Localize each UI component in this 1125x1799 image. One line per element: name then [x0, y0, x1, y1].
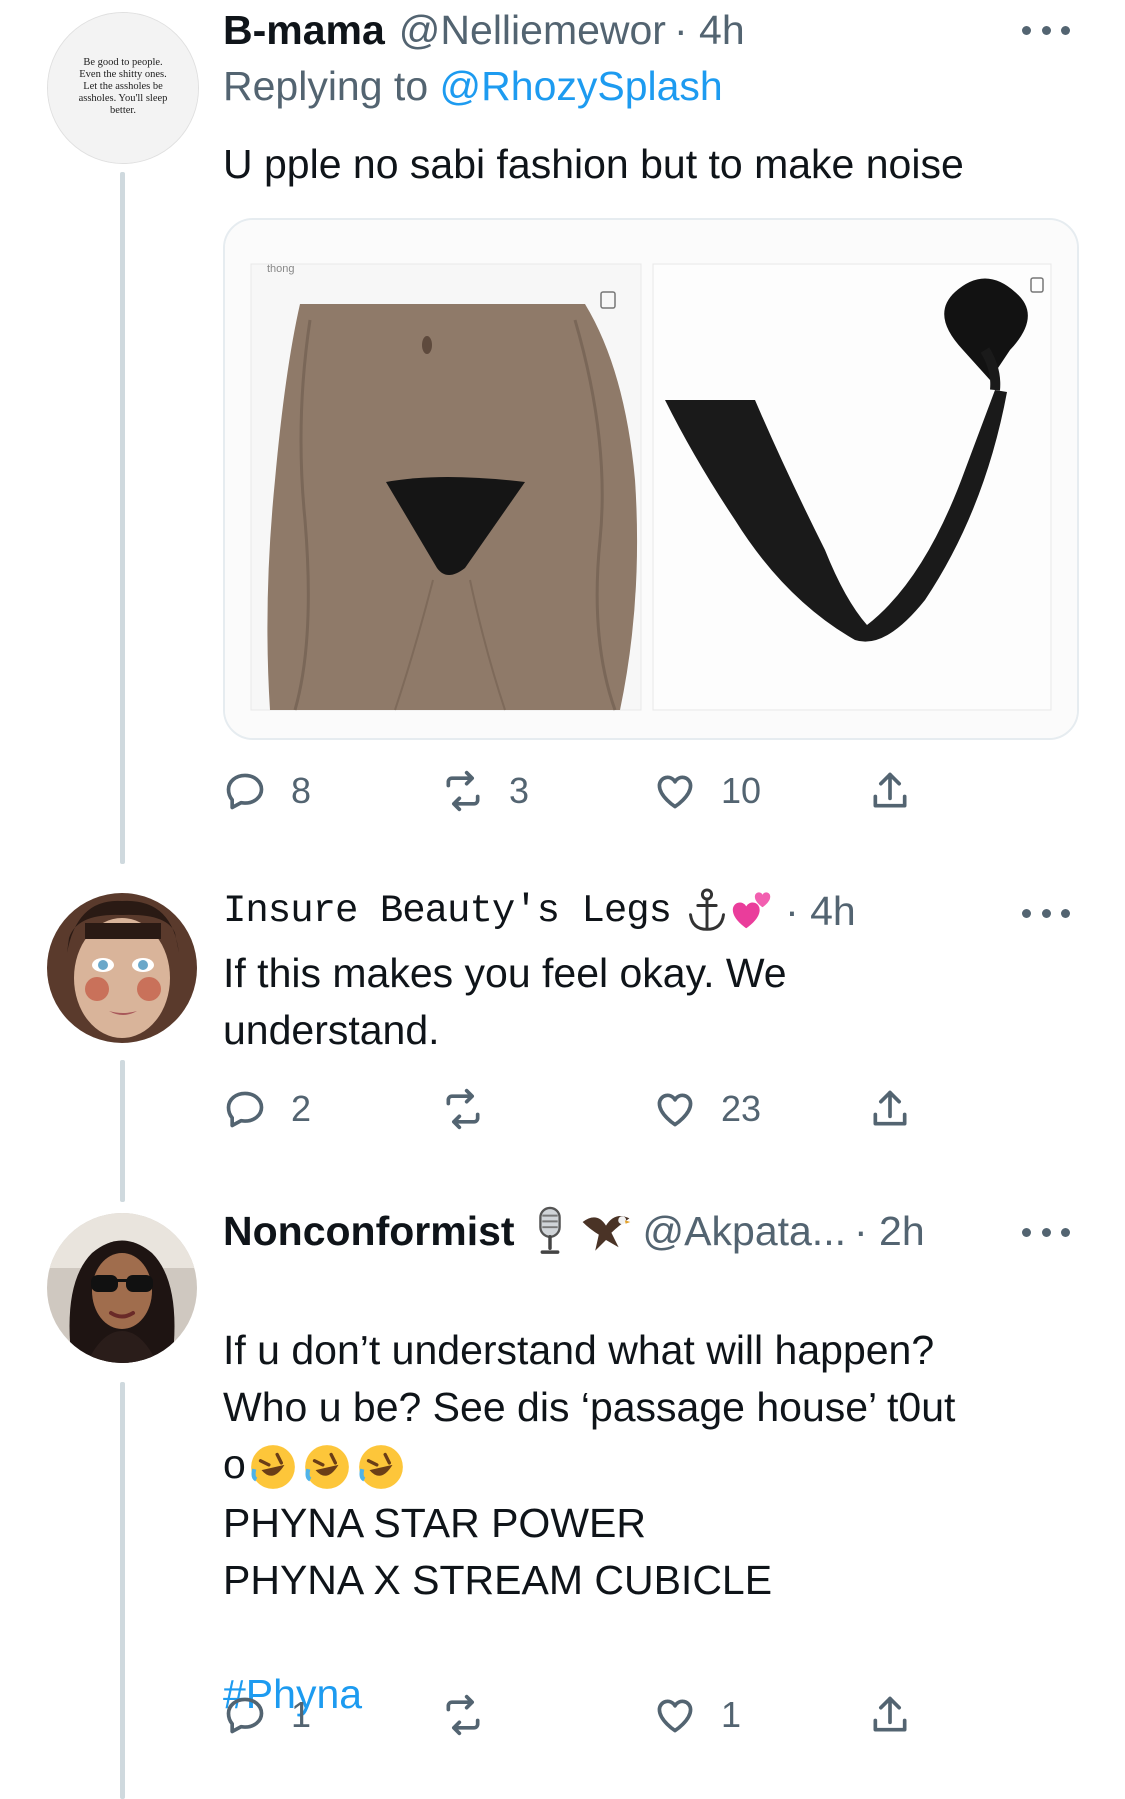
share-button[interactable]: [868, 766, 912, 816]
display-name[interactable]: B-mama: [223, 4, 385, 56]
reply-count: 2: [291, 1088, 312, 1129]
avatar-image: [47, 893, 197, 1043]
like-count: 1: [721, 1694, 742, 1735]
replying-label: Replying to: [223, 63, 429, 109]
eagle-icon: [582, 1216, 630, 1251]
retweet-icon: [446, 1694, 480, 1736]
reply-button[interactable]: 1: [223, 1690, 311, 1740]
retweet-button[interactable]: [441, 1084, 509, 1134]
rofl-emoji: [304, 1445, 349, 1490]
like-count: 23: [721, 1088, 762, 1129]
timestamp[interactable]: · 4h: [674, 4, 745, 56]
retweet-icon: [446, 1088, 480, 1130]
thread-line: [120, 1060, 125, 1202]
retweet-button[interactable]: 3: [441, 766, 529, 816]
retweet-icon: [446, 770, 480, 812]
avatar[interactable]: [47, 893, 197, 1043]
like-button[interactable]: 23: [653, 1084, 761, 1134]
user-handle[interactable]: @Nelliemewor: [399, 4, 666, 56]
reply-button[interactable]: 8: [223, 766, 311, 816]
thread-line: [120, 172, 125, 864]
like-count: 10: [721, 770, 762, 811]
thread-line: [120, 1382, 125, 1799]
avatar[interactable]: Be good to people. Even the shitty ones.…: [47, 12, 199, 164]
display-name[interactable]: Nonconformist: [223, 1205, 515, 1257]
media-watermark: thong: [267, 263, 295, 275]
tweet-actions: 1 1: [223, 1690, 943, 1740]
reply-count: 1: [291, 1694, 312, 1735]
heart-icon: [657, 1093, 693, 1127]
tweet-actions: 8 3 10: [223, 766, 943, 816]
tweet-header: Insure Beauty's Legs · 4h: [223, 885, 856, 937]
share-button[interactable]: [868, 1084, 912, 1134]
avatar-image: [47, 1213, 197, 1363]
tweet-text: U pple no sabi fashion but to make noise: [223, 141, 964, 187]
heart-icon: [657, 1699, 693, 1733]
more-options-icon[interactable]: [1022, 23, 1070, 37]
tweet-media[interactable]: thong: [223, 218, 1079, 740]
more-options-icon[interactable]: [1022, 906, 1070, 920]
timestamp[interactable]: · 4h: [785, 885, 856, 937]
rofl-emoji: [250, 1445, 295, 1490]
tweet-text-secondary: PHYNA STAR POWER PHYNA X STREAM CUBICLE: [223, 1500, 773, 1603]
display-name[interactable]: Insure Beauty's Legs: [223, 885, 672, 937]
share-icon: [873, 1090, 907, 1126]
tweet-header: B-mama @Nelliemewor · 4h: [223, 4, 745, 56]
svg-text:Be good to people.: Be good to people.: [83, 57, 162, 68]
rofl-emoji: [358, 1445, 403, 1490]
reply-button[interactable]: 2: [223, 1084, 311, 1134]
share-button[interactable]: [868, 1690, 912, 1740]
user-handle[interactable]: @Akpata...: [643, 1205, 846, 1257]
tweet-text: If u don’t understand what will happen? …: [223, 1265, 955, 1493]
tweet-header: Nonconformist @Akpata... · 2h: [223, 1205, 925, 1257]
reply-icon: [226, 1697, 264, 1734]
reply-count: 8: [291, 770, 312, 811]
two-hearts-icon: [732, 892, 771, 929]
svg-text:Even the shitty ones.: Even the shitty ones.: [79, 69, 167, 80]
like-button[interactable]: 10: [653, 766, 761, 816]
microphone-icon: [538, 1206, 561, 1254]
more-options-icon[interactable]: [1022, 1225, 1070, 1239]
like-button[interactable]: 1: [653, 1690, 741, 1740]
replying-to-link[interactable]: @RhozySplash: [440, 63, 723, 109]
heart-icon: [657, 775, 693, 809]
avatar-quote-image: Be good to people. Even the shitty ones.…: [48, 13, 198, 163]
svg-text:better.: better.: [110, 105, 136, 116]
reply-icon: [226, 773, 264, 810]
media-image: thong: [225, 220, 1077, 738]
share-icon: [873, 772, 907, 808]
tweet-text: If this makes you feel okay. We understa…: [223, 950, 787, 1053]
retweet-button[interactable]: [441, 1690, 509, 1740]
avatar[interactable]: [47, 1213, 197, 1363]
svg-text:assholes. You'll sleep: assholes. You'll sleep: [79, 93, 168, 104]
anchor-icon: [689, 888, 726, 931]
reply-icon: [226, 1091, 264, 1128]
share-icon: [873, 1696, 907, 1732]
timestamp[interactable]: · 2h: [854, 1205, 925, 1257]
retweet-count: 3: [509, 770, 530, 811]
replying-to: Replying to @RhozySplash: [223, 63, 723, 110]
svg-text:Let the assholes be: Let the assholes be: [83, 81, 163, 92]
tweet-actions: 2 23: [223, 1084, 943, 1134]
